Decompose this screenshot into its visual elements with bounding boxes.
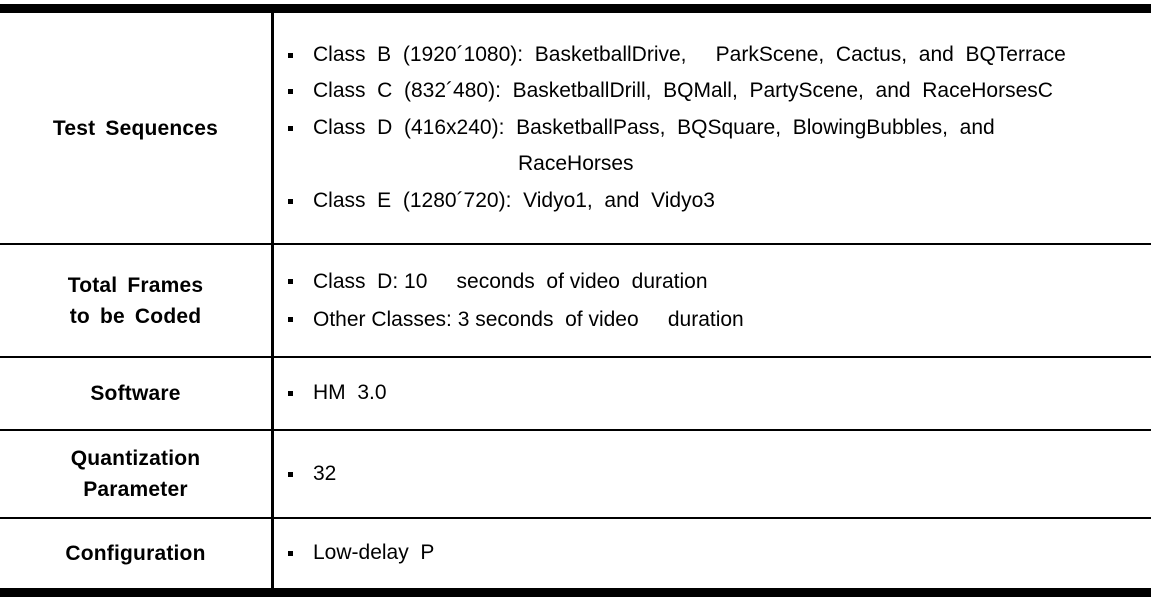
- list-item: 32: [274, 456, 1151, 493]
- list-item-continuation: RaceHorses: [518, 152, 634, 176]
- list-item: Class E (1280´720): Vidyo1, and Vidyo3: [274, 183, 1151, 220]
- row-label-configuration: Configuration: [0, 519, 271, 588]
- row-label-line: Quantization: [70, 447, 201, 470]
- table-row: Configuration Low-delay P: [0, 519, 1151, 588]
- list-item: Class C (832´480): BasketballDrill, BQMa…: [274, 73, 1151, 110]
- row-label-line: Software: [90, 382, 181, 405]
- row-content-quantization-parameter: 32: [274, 431, 1151, 517]
- row-label-quantization-parameter: Quantization Parameter: [0, 431, 271, 517]
- row-label-total-frames: Total Frames to be Coded: [0, 245, 271, 356]
- list-item-text: Other Classes: 3 seconds of video durati…: [313, 307, 744, 331]
- list-item: Class B (1920´1080): BasketballDrive, Pa…: [274, 37, 1151, 74]
- list-item: Other Classes: 3 seconds of video durati…: [274, 301, 1151, 339]
- list-item-text: Class B (1920´1080): BasketballDrive, Pa…: [313, 42, 1066, 66]
- row-content-configuration: Low-delay P: [274, 519, 1151, 588]
- table-row: Software HM 3.0: [0, 358, 1151, 429]
- row-label-line: Test Sequences: [52, 116, 219, 140]
- row-label-line: Total Frames: [67, 273, 204, 297]
- list-item-text: Class C (832´480): BasketballDrill, BQMa…: [313, 79, 1053, 103]
- list-item-text: Class E (1280´720): Vidyo1, and Vidyo3: [313, 188, 715, 212]
- list-item: Class D (416x240): BasketballPass, BQSqu…: [274, 110, 1151, 147]
- row-content-total-frames: Class D: 10 seconds of video duration Ot…: [274, 245, 1151, 356]
- row-label-software: Software: [0, 358, 271, 429]
- table-row: Quantization Parameter 32: [0, 431, 1151, 517]
- list-item-text: HM 3.0: [313, 381, 387, 405]
- row-label-line: Parameter: [83, 478, 188, 501]
- row-content-software: HM 3.0: [274, 358, 1151, 429]
- table-top-border: [0, 4, 1151, 13]
- table-row: Total Frames to be Coded Class D: 10 sec…: [0, 245, 1151, 356]
- row-label-line: to be Coded: [69, 304, 202, 328]
- list-item-text: Low-delay P: [313, 541, 435, 565]
- table-bottom-border: [0, 588, 1151, 597]
- table-figure: Test Sequences Class B (1920´1080): Bask…: [0, 0, 1153, 600]
- table-row: Test Sequences Class B (1920´1080): Bask…: [0, 13, 1151, 243]
- row-content-test-sequences: Class B (1920´1080): BasketballDrive, Pa…: [274, 13, 1151, 243]
- row-label-line: Configuration: [65, 542, 206, 565]
- list-item: HM 3.0: [274, 375, 1151, 412]
- list-item: Class D: 10 seconds of video duration: [274, 263, 1151, 301]
- list-item-text: 32: [313, 461, 337, 485]
- row-label-test-sequences: Test Sequences: [0, 13, 271, 243]
- list-item-text: Class D (416x240): BasketballPass, BQSqu…: [313, 115, 995, 139]
- list-item: Low-delay P: [274, 535, 1151, 572]
- list-item-text: Class D: 10 seconds of video duration: [313, 269, 708, 293]
